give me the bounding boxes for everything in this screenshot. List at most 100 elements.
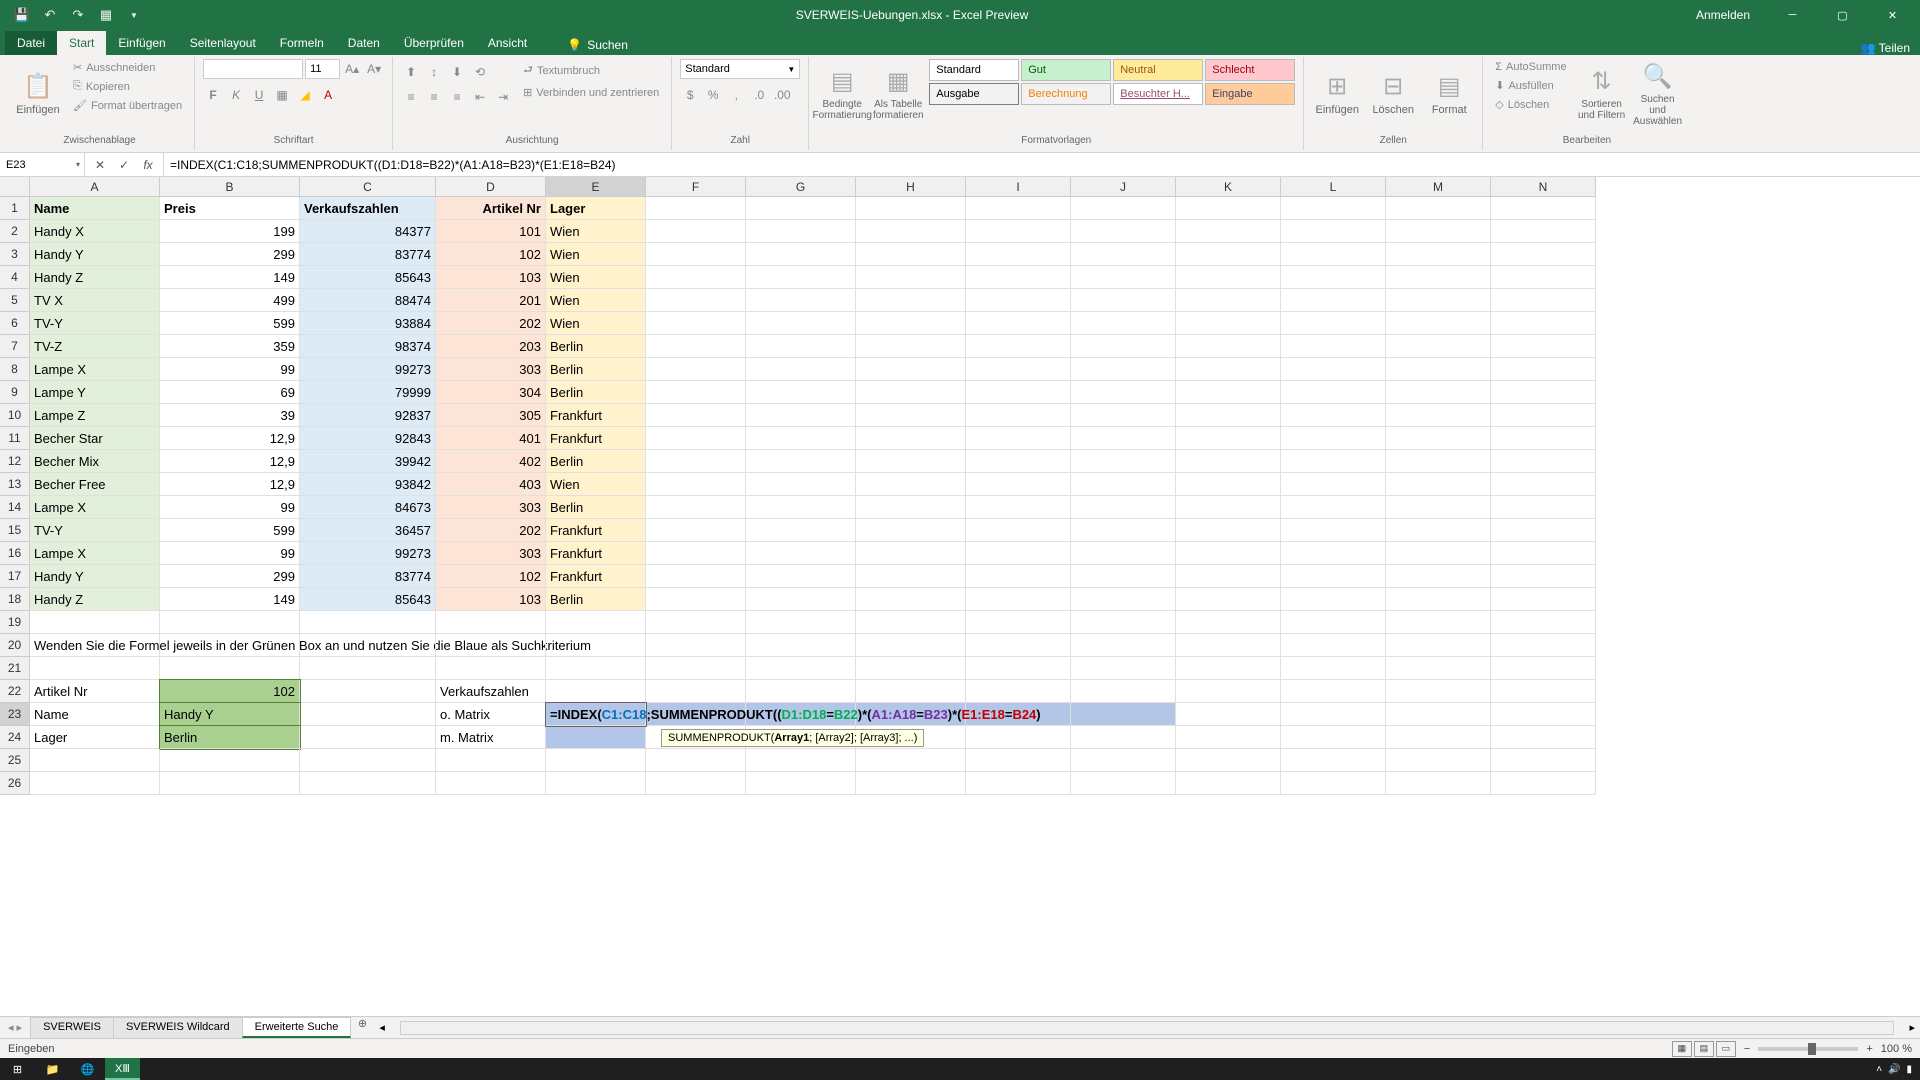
row-header[interactable]: 26: [0, 772, 30, 795]
cell-H18[interactable]: [856, 588, 966, 611]
cell-J1[interactable]: [1071, 197, 1176, 220]
cell-I25[interactable]: [966, 749, 1071, 772]
cell-D6[interactable]: 202: [436, 312, 546, 335]
hscroll-right-icon[interactable]: ▸: [1909, 1021, 1915, 1034]
cell-B17[interactable]: 299: [160, 565, 300, 588]
tab-file[interactable]: Datei: [5, 31, 57, 55]
cell-J4[interactable]: [1071, 266, 1176, 289]
fill-button[interactable]: ⬇Ausfüllen: [1491, 77, 1570, 94]
cell-B8[interactable]: 99: [160, 358, 300, 381]
cell-M2[interactable]: [1386, 220, 1491, 243]
cell-A26[interactable]: [30, 772, 160, 795]
cell-M17[interactable]: [1386, 565, 1491, 588]
cell-A22[interactable]: Artikel Nr: [30, 680, 160, 703]
format-painter-button[interactable]: 🖌Format übertragen: [69, 97, 186, 114]
cell-G3[interactable]: [746, 243, 856, 266]
cell-K17[interactable]: [1176, 565, 1281, 588]
cell-A15[interactable]: TV-Y: [30, 519, 160, 542]
col-header-E[interactable]: E: [546, 177, 646, 196]
row-header[interactable]: 4: [0, 266, 30, 289]
cell-A1[interactable]: Name: [30, 197, 160, 220]
cell-N12[interactable]: [1491, 450, 1596, 473]
format-cells-button[interactable]: ▤Format: [1424, 59, 1474, 129]
col-header-G[interactable]: G: [746, 177, 856, 196]
wrap-text-button[interactable]: ⮐Textumbruch: [519, 59, 663, 82]
cell-J11[interactable]: [1071, 427, 1176, 450]
cell-N21[interactable]: [1491, 657, 1596, 680]
cell-N14[interactable]: [1491, 496, 1596, 519]
cell-E11[interactable]: Frankfurt: [546, 427, 646, 450]
cell-C12[interactable]: 39942: [300, 450, 436, 473]
cell-I10[interactable]: [966, 404, 1071, 427]
cell-E18[interactable]: Berlin: [546, 588, 646, 611]
cell-C21[interactable]: [300, 657, 436, 680]
cell-N26[interactable]: [1491, 772, 1596, 795]
cell-K9[interactable]: [1176, 381, 1281, 404]
cell-M11[interactable]: [1386, 427, 1491, 450]
cancel-formula-icon[interactable]: ✕: [89, 155, 111, 175]
cell-H2[interactable]: [856, 220, 966, 243]
conditional-formatting-button[interactable]: ▤Bedingte Formatierung: [817, 59, 867, 129]
cell-D14[interactable]: 303: [436, 496, 546, 519]
underline-icon[interactable]: U: [249, 85, 269, 105]
border-icon[interactable]: ▦: [272, 85, 292, 105]
cell-M6[interactable]: [1386, 312, 1491, 335]
cell-I26[interactable]: [966, 772, 1071, 795]
row-header[interactable]: 12: [0, 450, 30, 473]
cell-G4[interactable]: [746, 266, 856, 289]
cell-E4[interactable]: Wien: [546, 266, 646, 289]
row-header[interactable]: 8: [0, 358, 30, 381]
cell-H12[interactable]: [856, 450, 966, 473]
cell-A14[interactable]: Lampe X: [30, 496, 160, 519]
cell-M18[interactable]: [1386, 588, 1491, 611]
cell-K20[interactable]: [1176, 634, 1281, 657]
cell-N6[interactable]: [1491, 312, 1596, 335]
cell-H17[interactable]: [856, 565, 966, 588]
cell-D17[interactable]: 102: [436, 565, 546, 588]
cell-F8[interactable]: [646, 358, 746, 381]
number-format-dropdown[interactable]: Standard▼: [680, 59, 800, 79]
cell-M20[interactable]: [1386, 634, 1491, 657]
cell-K25[interactable]: [1176, 749, 1281, 772]
cell-L3[interactable]: [1281, 243, 1386, 266]
cell-J20[interactable]: [1071, 634, 1176, 657]
row-header[interactable]: 23: [0, 703, 30, 726]
cell-G25[interactable]: [746, 749, 856, 772]
cell-H14[interactable]: [856, 496, 966, 519]
cell-F17[interactable]: [646, 565, 746, 588]
cell-B3[interactable]: 299: [160, 243, 300, 266]
cell-M19[interactable]: [1386, 611, 1491, 634]
cell-A5[interactable]: TV X: [30, 289, 160, 312]
cell-M25[interactable]: [1386, 749, 1491, 772]
row-header[interactable]: 14: [0, 496, 30, 519]
cell-I2[interactable]: [966, 220, 1071, 243]
cell-F26[interactable]: [646, 772, 746, 795]
cell-J7[interactable]: [1071, 335, 1176, 358]
cell-K24[interactable]: [1176, 726, 1281, 749]
cell-K22[interactable]: [1176, 680, 1281, 703]
cell-G16[interactable]: [746, 542, 856, 565]
add-sheet-button[interactable]: ⊕: [350, 1017, 374, 1038]
cell-A25[interactable]: [30, 749, 160, 772]
cell-L23[interactable]: [1281, 703, 1386, 726]
cell-F10[interactable]: [646, 404, 746, 427]
cell-J15[interactable]: [1071, 519, 1176, 542]
paste-button[interactable]: 📋 Einfügen: [13, 59, 63, 129]
cell-G5[interactable]: [746, 289, 856, 312]
cell-N25[interactable]: [1491, 749, 1596, 772]
cell-L26[interactable]: [1281, 772, 1386, 795]
insert-cells-button[interactable]: ⊞Einfügen: [1312, 59, 1362, 129]
cell-H9[interactable]: [856, 381, 966, 404]
cell-E25[interactable]: [546, 749, 646, 772]
cell-K1[interactable]: [1176, 197, 1281, 220]
cell-N20[interactable]: [1491, 634, 1596, 657]
cell-I7[interactable]: [966, 335, 1071, 358]
cell-C26[interactable]: [300, 772, 436, 795]
cell-N23[interactable]: [1491, 703, 1596, 726]
cell-M4[interactable]: [1386, 266, 1491, 289]
decrease-font-icon[interactable]: A▾: [364, 59, 384, 79]
edge-icon[interactable]: 🌐: [70, 1058, 105, 1080]
cell-F6[interactable]: [646, 312, 746, 335]
row-header[interactable]: 22: [0, 680, 30, 703]
tab-formulas[interactable]: Formeln: [268, 31, 336, 55]
